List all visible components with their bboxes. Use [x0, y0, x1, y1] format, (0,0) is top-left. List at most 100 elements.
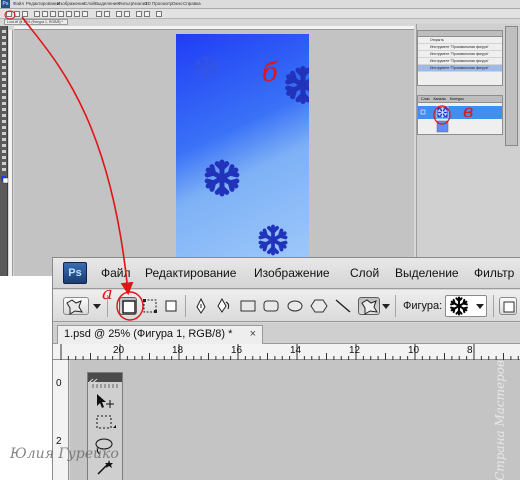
pen-icon	[196, 297, 206, 314]
ruler-tick-label: 10	[408, 345, 420, 356]
small-option-button[interactable]	[96, 11, 102, 17]
small-panel-icons-strip[interactable]	[505, 26, 518, 146]
small-layers-panel: Слои Каналы Контуры	[417, 95, 503, 135]
shape-area-icon	[503, 301, 515, 313]
tool-preset-picker[interactable]	[63, 297, 89, 315]
layer-row-background[interactable]	[418, 120, 502, 133]
small-option-button[interactable]	[116, 11, 122, 17]
small-option-button[interactable]	[82, 11, 88, 17]
small-layers-tabs[interactable]: Слои Каналы Контуры	[418, 96, 502, 103]
small-option-button[interactable]	[66, 11, 72, 17]
snowflake-icon	[194, 55, 218, 81]
freeform-pen-button[interactable]	[215, 297, 233, 315]
small-menu-item[interactable]: Редактирование	[26, 1, 60, 6]
small-option-button[interactable]	[50, 11, 56, 17]
snowflake-icon	[258, 224, 288, 256]
small-option-button[interactable]	[58, 11, 64, 17]
small-menubar: Ps Файл Редактирование Изображение Слой …	[0, 0, 520, 9]
tools-panel-header[interactable]	[88, 373, 122, 385]
combine-mode-button[interactable]	[499, 297, 517, 315]
channels-tab[interactable]: Каналы	[434, 97, 446, 101]
ruler-tick-label: 16	[231, 345, 243, 356]
document-tab[interactable]: 1.psd @ 25% (Фигура 1, RGB/8) * ×	[57, 325, 263, 344]
small-option-button[interactable]	[74, 11, 80, 17]
small-toolbox	[0, 26, 9, 276]
line-tool-button[interactable]	[334, 297, 352, 315]
small-option-button[interactable]	[156, 11, 162, 17]
small-option-button[interactable]	[144, 11, 150, 17]
polygon-tool-button[interactable]	[310, 297, 328, 315]
small-option-button[interactable]	[14, 11, 20, 17]
menu-filter[interactable]: Фильтр	[474, 266, 514, 280]
pen-tool-button[interactable]	[192, 297, 210, 315]
options-separator	[107, 295, 108, 317]
small-menu-item[interactable]: Изображение	[57, 1, 85, 6]
history-item[interactable]: Инструмент "Произвольная фигура"	[418, 51, 502, 58]
snowflakes-layer	[194, 55, 309, 256]
small-background-swatch	[2, 177, 9, 184]
layer-row-shape[interactable]	[418, 106, 502, 119]
background-layer-thumbnail	[436, 120, 449, 133]
ruler-left: 0 2	[53, 360, 69, 480]
ellipse-icon	[287, 300, 303, 312]
chevron-down-icon[interactable]	[382, 304, 390, 310]
menu-select[interactable]: Выделение	[395, 266, 459, 280]
history-item[interactable]: Инструмент "Произвольная фигура"	[418, 44, 502, 51]
history-item[interactable]: Инструмент "Произвольная фигура"	[418, 65, 502, 72]
line-icon	[335, 299, 351, 313]
paths-button[interactable]	[141, 297, 159, 315]
shape-layers-button[interactable]	[119, 297, 137, 315]
tools-panel	[87, 372, 123, 480]
menu-image[interactable]: Изображение	[254, 266, 330, 280]
lasso-tool-icon	[95, 438, 113, 455]
small-option-button[interactable]	[42, 11, 48, 17]
menu-layer[interactable]: Слой	[350, 266, 379, 280]
small-menu-item[interactable]: 3D	[145, 1, 151, 6]
chevron-down-icon	[476, 304, 484, 309]
small-document-tab[interactable]: Lord.ttf @ 25% (Фигура 1, RGB/8) *	[4, 19, 68, 25]
rounded-rectangle-icon	[263, 300, 279, 312]
small-menu-item[interactable]: Фильтр	[118, 1, 133, 6]
small-tool-icons[interactable]	[0, 26, 9, 276]
ruler-tick-label: 14	[290, 345, 302, 356]
ellipse-tool-button[interactable]	[286, 297, 304, 315]
custom-shape-picker[interactable]	[445, 295, 487, 317]
menu-file[interactable]: Файл	[101, 266, 131, 280]
small-option-button[interactable]	[124, 11, 130, 17]
document-tab-bar: 1.psd @ 25% (Фигура 1, RGB/8) * ×	[53, 323, 520, 344]
ruler-tick-label: 18	[172, 345, 184, 356]
move-tool-icon	[97, 394, 114, 408]
small-menu-item[interactable]: Справка	[183, 1, 201, 6]
custom-shape-tool-icon	[361, 299, 378, 315]
document-image[interactable]	[176, 34, 309, 260]
canvas-work-area[interactable]	[70, 360, 520, 480]
small-menu-item[interactable]: Окно	[172, 1, 182, 6]
ruler-tick-label: 2	[56, 436, 62, 447]
small-menu-item[interactable]: Выделение	[95, 1, 119, 6]
small-option-button[interactable]	[104, 11, 110, 17]
options-separator	[185, 295, 186, 317]
rounded-rectangle-tool-button[interactable]	[262, 297, 280, 315]
history-item[interactable]: Инструмент "Произвольная фигура"	[418, 58, 502, 65]
fill-pixels-button[interactable]	[162, 297, 180, 315]
small-menu-item[interactable]: Просмотр	[152, 1, 173, 6]
history-item[interactable]: Открыть	[418, 37, 502, 44]
document-tab-title: 1.psd @ 25% (Фигура 1, RGB/8) *	[64, 328, 233, 340]
small-option-button[interactable]	[136, 11, 142, 17]
menu-edit[interactable]: Редактирование	[145, 266, 236, 280]
paths-icon	[143, 299, 157, 313]
small-option-button[interactable]	[34, 11, 40, 17]
paths-tab[interactable]: Контуры	[450, 97, 464, 101]
photoshop-screenshot-small: Ps Файл Редактирование Изображение Слой …	[0, 0, 520, 276]
rectangle-tool-button[interactable]	[239, 297, 257, 315]
small-menu-item[interactable]: Файл	[13, 1, 24, 6]
custom-shape-tool-button[interactable]	[358, 297, 380, 315]
chevron-down-icon[interactable]	[93, 304, 101, 310]
small-option-button[interactable]	[6, 11, 12, 17]
small-menu-item[interactable]: Слой	[84, 1, 95, 6]
close-icon[interactable]: ×	[250, 326, 256, 343]
menu-bar: Ps Файл Редактирование Изображение Слой …	[53, 258, 520, 289]
small-option-button[interactable]	[22, 11, 28, 17]
small-history-panel: Открыть Инструмент "Произвольная фигура"…	[417, 30, 503, 86]
layers-tab[interactable]: Слои	[421, 97, 430, 101]
